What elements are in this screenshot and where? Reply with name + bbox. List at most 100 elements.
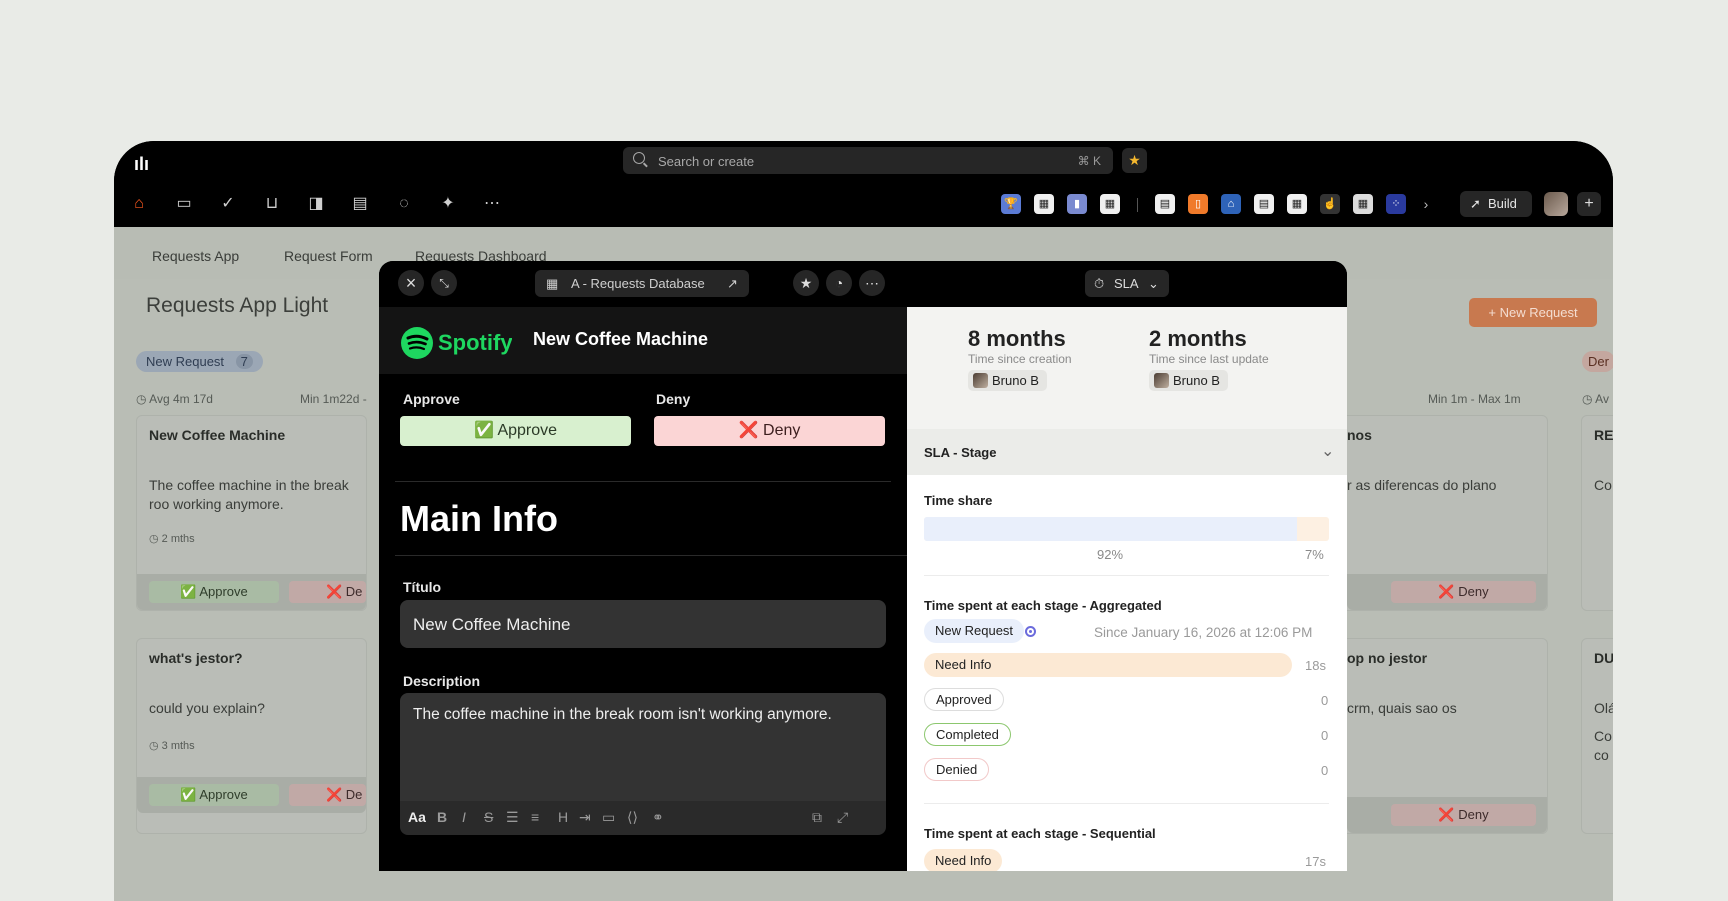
collapse-icon[interactable]: ⤡ xyxy=(431,270,457,296)
house-app-icon[interactable]: ⌂ xyxy=(1221,194,1241,214)
trophy-app-icon[interactable]: 🏆 xyxy=(1001,194,1021,214)
star-icon[interactable]: ★ xyxy=(793,270,819,296)
chevron-down-icon: ⌄ xyxy=(1321,443,1335,460)
card-text: The coffee machine in the break roo work… xyxy=(149,477,349,512)
card-deny-button[interactable]: ❌ De xyxy=(289,784,366,806)
whatsapp-icon[interactable]: ◌ xyxy=(393,193,415,215)
card-footer: ✅ Approve ❌ De xyxy=(137,777,366,813)
numbered-list-icon[interactable]: ≡ xyxy=(531,809,539,825)
user-avatar xyxy=(1154,373,1169,388)
card-text: r as diferencas do plano xyxy=(1347,477,1497,493)
embed-icon[interactable]: ⟨⟩ xyxy=(627,809,638,826)
sla-dropdown[interactable]: ⏱ SLA ⌄ xyxy=(1085,270,1169,297)
strikethrough-icon[interactable]: S xyxy=(484,809,493,825)
divider xyxy=(924,575,1329,576)
table-app-icon[interactable]: ▦ xyxy=(1034,194,1054,214)
add-icon[interactable]: + xyxy=(1577,192,1601,216)
card-approve-button[interactable]: ✅ Approve xyxy=(149,784,279,806)
chart-app-icon[interactable]: ▮ xyxy=(1067,194,1087,214)
record-form: Spotify New Coffee Machine Approve ✅ App… xyxy=(379,307,907,871)
description-textarea[interactable]: The coffee machine in the break room isn… xyxy=(400,693,886,803)
apps-grid-icon[interactable]: ⁘ xyxy=(1386,194,1406,214)
time-share-segment xyxy=(924,517,1297,541)
list-app-icon[interactable]: ▤ xyxy=(1254,194,1274,214)
request-card[interactable]: DU Olá Co co xyxy=(1581,638,1613,834)
creation-user: Bruno B xyxy=(992,373,1039,388)
request-card[interactable]: nos r as diferencas do plano ❌ Deny xyxy=(1347,415,1548,611)
sla-stage-title: SLA - Stage xyxy=(924,445,997,460)
chevron-right-icon[interactable]: › xyxy=(1416,194,1436,214)
request-card[interactable]: RE Co xyxy=(1581,415,1613,611)
heading-icon[interactable]: H xyxy=(558,809,568,825)
request-card[interactable]: New Coffee Machine The coffee machine in… xyxy=(136,415,367,611)
italic-icon[interactable]: I xyxy=(462,809,466,825)
search-input[interactable]: Search or create ⌘ K xyxy=(623,147,1113,174)
copy-icon[interactable]: ⧉ xyxy=(812,809,822,826)
inbox-icon[interactable]: ⊔ xyxy=(261,193,283,215)
new-request-button[interactable]: + New Request xyxy=(1469,298,1597,327)
stage-pill: Need Info xyxy=(935,657,992,672)
divider xyxy=(395,481,891,482)
bullet-list-icon[interactable]: ☰ xyxy=(506,809,519,826)
card-title: New Coffee Machine xyxy=(149,427,286,443)
sla-stage-header[interactable]: SLA - Stage ⌄ xyxy=(907,429,1347,475)
text-style-button[interactable]: Aa xyxy=(408,809,426,825)
top-bar: ılı Search or create ⌘ K ★ ⌂ ▭ ✓ ⊔ ◨ ▤ ◌… xyxy=(114,141,1613,227)
card-deny-button[interactable]: ❌ Deny xyxy=(1391,581,1536,603)
column-min: Min 1m22d - xyxy=(300,392,367,406)
more-icon[interactable]: ⋯ xyxy=(859,270,885,296)
user-avatar[interactable] xyxy=(1544,192,1568,216)
sparkle-icon[interactable]: ✦ xyxy=(437,193,459,215)
sheet-app-icon[interactable]: ▦ xyxy=(1287,194,1307,214)
chat-icon[interactable]: ◨ xyxy=(305,193,327,215)
card-deny-button[interactable]: ❌ Deny xyxy=(1391,804,1536,826)
favorites-star-icon[interactable]: ★ xyxy=(1122,148,1147,173)
update-label: Time since last update xyxy=(1149,352,1269,366)
check-circle-icon[interactable]: ✓ xyxy=(217,193,239,215)
folder-icon[interactable]: ▭ xyxy=(173,193,195,215)
home-icon[interactable]: ⌂ xyxy=(128,193,150,215)
record-title: New Coffee Machine xyxy=(533,329,709,349)
stage-pill: Completed xyxy=(924,723,1011,746)
page-title: Requests App Light xyxy=(146,294,329,317)
database-label: A - Requests Database xyxy=(571,276,705,291)
column-header-new-request: New Request 7 xyxy=(136,351,263,372)
request-card[interactable]: op no jestor crm, quais sao os ❌ Deny xyxy=(1347,638,1548,834)
column-header-denied: Der xyxy=(1582,351,1613,372)
card-footer: ❌ Deny xyxy=(1347,797,1547,833)
divider xyxy=(924,803,1329,804)
rss-icon[interactable]: ◔ xyxy=(826,270,852,296)
approve-button[interactable]: ✅ Approve xyxy=(400,416,631,446)
tab-request-form[interactable]: Request Form xyxy=(284,248,373,264)
card-deny-button[interactable]: ❌ De xyxy=(289,581,366,603)
titulo-input[interactable]: New Coffee Machine xyxy=(400,600,886,648)
database-link[interactable]: ▦ A - Requests Database ↗ xyxy=(535,270,749,297)
hand-app-icon[interactable]: ☝ xyxy=(1320,194,1340,214)
card-age-text: 3 mths xyxy=(161,740,195,752)
code-block-icon[interactable]: ▭ xyxy=(602,809,615,826)
app-logo-icon[interactable]: ılı xyxy=(134,154,149,175)
request-card[interactable]: what's jestor? could you explain? ◷ 3 mt… xyxy=(136,638,367,834)
card-title: DU xyxy=(1594,650,1613,666)
indent-icon[interactable]: ⇥ xyxy=(579,809,591,826)
current-stage-indicator-icon xyxy=(1025,626,1036,637)
update-user-chip: Bruno B xyxy=(1149,370,1228,391)
document-icon[interactable]: ▤ xyxy=(349,193,371,215)
card-approve-button[interactable]: ✅ Approve xyxy=(149,581,279,603)
stage-pill: Approved xyxy=(924,688,1004,711)
sla-summary: 8 months Time since creation Bruno B 2 m… xyxy=(907,307,1347,429)
stage-value: 0 xyxy=(1321,728,1329,743)
close-icon[interactable]: × xyxy=(398,270,424,296)
expand-icon[interactable]: ⤢ xyxy=(837,809,848,826)
link-icon[interactable]: ⚭ xyxy=(652,809,664,826)
doc-app-icon[interactable]: ▤ xyxy=(1155,194,1175,214)
toolbar-divider xyxy=(1137,198,1138,212)
bold-icon[interactable]: B xyxy=(437,809,447,825)
build-button[interactable]: ➚ Build xyxy=(1460,191,1532,217)
table2-app-icon[interactable]: ▦ xyxy=(1353,194,1373,214)
tab-requests-app[interactable]: Requests App xyxy=(152,248,239,264)
orange-app-icon[interactable]: ▯ xyxy=(1188,194,1208,214)
more-icon[interactable]: ⋯ xyxy=(481,193,503,215)
deny-button[interactable]: ❌ Deny xyxy=(654,416,885,446)
grid-app-icon[interactable]: ▦ xyxy=(1100,194,1120,214)
